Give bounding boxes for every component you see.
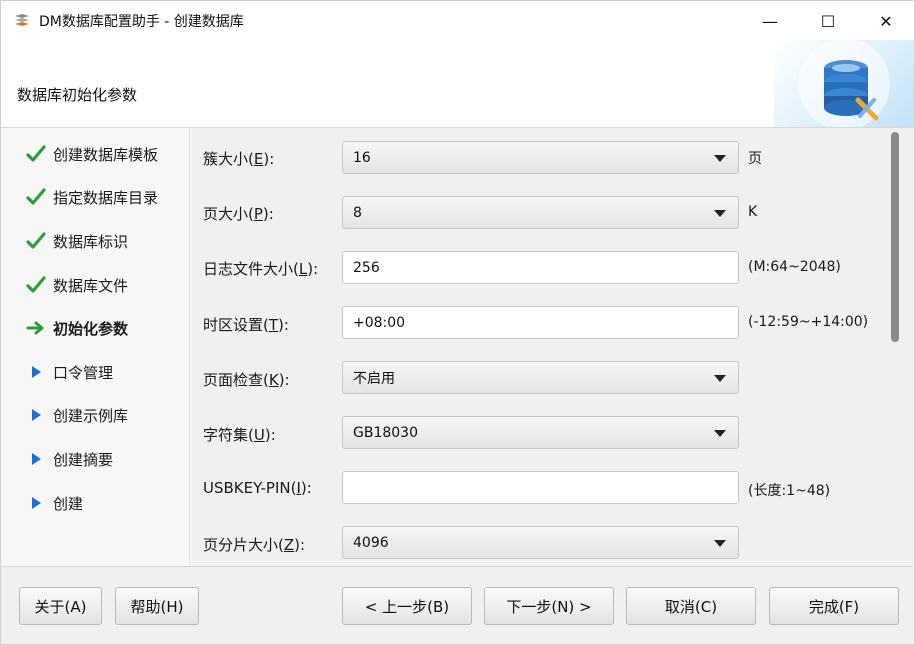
minimize-icon: — xyxy=(762,11,778,31)
step-label: 创建数据库模板 xyxy=(53,145,159,164)
step-label: 创建示例库 xyxy=(53,406,129,425)
triangle-right-icon xyxy=(25,496,47,510)
extent-size-unit: 页 xyxy=(748,151,762,167)
parameter-form: 簇大小(E): 16 页 页大小(P): 8 K 日志文件大小(L): 256 … xyxy=(191,128,885,566)
step-create: 创建 xyxy=(1,483,191,523)
window-title: DM数据库配置助手 - 创建数据库 xyxy=(39,14,244,30)
log-size-input[interactable]: 256 xyxy=(342,251,739,284)
app-icon xyxy=(13,12,31,30)
database-config-icon xyxy=(774,40,914,127)
usbkey-pin-label: USBKEY-PIN(I): xyxy=(203,479,312,497)
page-header: 数据库初始化参数 xyxy=(0,40,915,128)
arrow-right-icon xyxy=(25,320,47,336)
step-label: 数据库标识 xyxy=(53,232,129,251)
form-scrollbar[interactable] xyxy=(885,128,915,566)
chevron-down-icon xyxy=(714,430,726,437)
wizard-footer: 关于(A) 帮助(H) < 上一步(B) 下一步(N) > 取消(C) 完成(F… xyxy=(0,566,915,645)
page-shard-size-value: 4096 xyxy=(353,534,389,551)
extent-size-value: 16 xyxy=(353,149,371,166)
step-database-identity: 数据库标识 xyxy=(1,221,191,261)
maximize-icon: ☐ xyxy=(820,11,836,31)
check-icon xyxy=(25,232,47,250)
back-button[interactable]: < 上一步(B) xyxy=(342,587,472,625)
step-database-directory: 指定数据库目录 xyxy=(1,177,191,217)
page-check-label: 页面检查(K): xyxy=(203,371,290,389)
time-zone-label: 时区设置(T): xyxy=(203,316,289,334)
triangle-right-icon xyxy=(25,452,47,466)
page-size-value: 8 xyxy=(353,204,362,221)
log-size-range: (M:64~2048) xyxy=(748,259,841,275)
about-button[interactable]: 关于(A) xyxy=(19,587,102,625)
check-icon xyxy=(25,276,47,294)
step-sample-database: 创建示例库 xyxy=(1,395,191,435)
page-title: 数据库初始化参数 xyxy=(17,86,138,104)
triangle-right-icon xyxy=(25,408,47,422)
minimize-button[interactable]: — xyxy=(741,1,799,41)
step-label: 口令管理 xyxy=(53,363,114,382)
step-label: 指定数据库目录 xyxy=(53,188,159,207)
step-label: 创建摘要 xyxy=(53,450,114,469)
chevron-down-icon xyxy=(714,210,726,217)
usbkey-pin-range: (长度:1~48) xyxy=(748,483,831,499)
usbkey-pin-input[interactable] xyxy=(342,471,739,504)
step-password-management: 口令管理 xyxy=(1,352,191,392)
step-init-params: 初始化参数 xyxy=(1,308,191,348)
step-label: 初始化参数 xyxy=(53,319,129,338)
charset-select[interactable]: GB18030 xyxy=(342,416,739,449)
step-label: 创建 xyxy=(53,494,84,513)
check-icon xyxy=(25,188,47,206)
log-size-value: 256 xyxy=(353,259,380,276)
page-check-select[interactable]: 不启用 xyxy=(342,361,739,394)
time-zone-input[interactable]: +08:00 xyxy=(342,306,739,339)
charset-label: 字符集(U): xyxy=(203,426,276,444)
chevron-down-icon xyxy=(714,375,726,382)
page-size-select[interactable]: 8 xyxy=(342,196,739,229)
triangle-right-icon xyxy=(25,365,47,379)
page-shard-size-select[interactable]: 4096 xyxy=(342,526,739,559)
check-icon xyxy=(25,145,47,163)
scrollbar-thumb[interactable] xyxy=(891,132,899,342)
close-button[interactable]: ✕ xyxy=(857,1,915,41)
step-summary: 创建摘要 xyxy=(1,439,191,479)
chevron-down-icon xyxy=(714,155,726,162)
close-icon: ✕ xyxy=(879,11,893,31)
maximize-button[interactable]: ☐ xyxy=(799,1,857,41)
step-label: 数据库文件 xyxy=(53,276,129,295)
extent-size-select[interactable]: 16 xyxy=(342,141,739,174)
page-size-label: 页大小(P): xyxy=(203,205,274,223)
time-zone-value: +08:00 xyxy=(353,314,406,331)
step-create-template: 创建数据库模板 xyxy=(1,134,191,174)
chevron-down-icon xyxy=(714,540,726,547)
step-database-files: 数据库文件 xyxy=(1,265,191,305)
help-button[interactable]: 帮助(H) xyxy=(115,587,199,625)
next-button[interactable]: 下一步(N) > xyxy=(484,587,614,625)
wizard-steps: 创建数据库模板 指定数据库目录 数据库标识 数据库文件 初始化参数 口令管理 创… xyxy=(0,128,190,566)
extent-size-label: 簇大小(E): xyxy=(203,150,275,168)
time-zone-range: (-12:59~+14:00) xyxy=(748,314,869,330)
cancel-button[interactable]: 取消(C) xyxy=(626,587,756,625)
log-size-label: 日志文件大小(L): xyxy=(203,260,319,278)
finish-button[interactable]: 完成(F) xyxy=(769,587,899,625)
page-shard-size-label: 页分片大小(Z): xyxy=(203,536,306,554)
charset-value: GB18030 xyxy=(353,424,418,441)
page-size-unit: K xyxy=(748,204,758,220)
page-check-value: 不启用 xyxy=(353,370,395,387)
title-bar: DM数据库配置助手 - 创建数据库 — ☐ ✕ xyxy=(0,0,915,40)
